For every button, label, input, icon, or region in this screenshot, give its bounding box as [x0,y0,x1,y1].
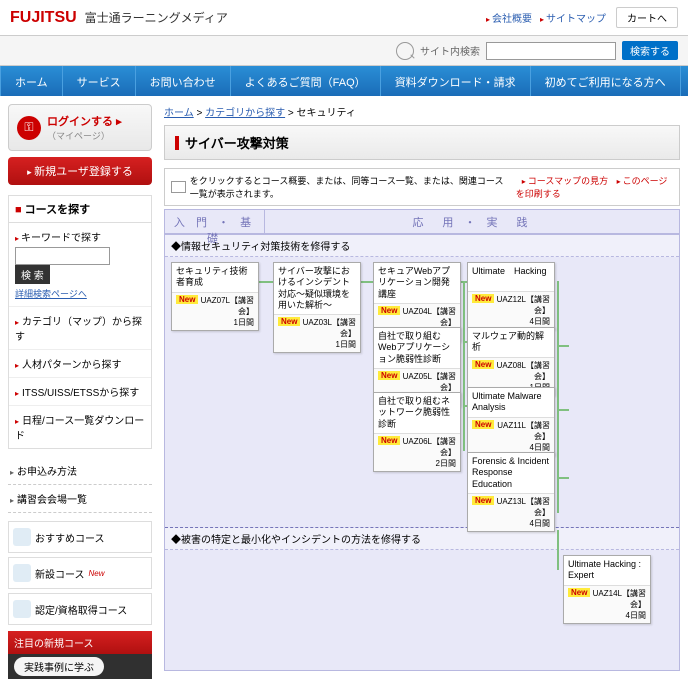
course-card[interactable]: サイバー攻撃におけるインシデント対応～疑似環境を用いた解析～ NewUAZ03L… [273,262,361,353]
nav-download[interactable]: 資料ダウンロード・請求 [381,66,531,96]
promo-sub[interactable]: 実践事例に学ぶ [14,657,104,676]
nav-service[interactable]: サービス [63,66,136,96]
login-button[interactable]: ⚿ ログインする ▸ （マイページ） [8,104,152,151]
bc-home[interactable]: ホーム [164,108,194,119]
section-1-label: 情報セキュリティ対策技術を修得する [165,234,679,257]
keyword-input[interactable] [15,247,110,265]
nav-contact[interactable]: お問い合わせ [136,66,231,96]
link-sitemap[interactable]: サイトマップ [540,10,606,25]
promo-sub-wrap: 実践事例に学ぶ [8,654,152,679]
search-icon [396,42,414,60]
cart-button[interactable]: カートへ [616,7,678,28]
keyword-search-button[interactable]: 検 索 [15,265,50,284]
login-text: ログインする ▸ （マイページ） [47,113,122,142]
sidebar: ⚿ ログインする ▸ （マイページ） 新規ユーザ登録する コースを探す キーワー… [0,96,160,687]
instruction-links: コースマップの見方 このページを印刷する [516,174,673,200]
course-card[interactable]: Ultimate Malware Analysis NewUAZ11L【講習会】… [467,387,555,456]
logo-text: 富士通ラーニングメディア [85,9,228,26]
top-links: 会社概要 サイトマップ [486,10,606,25]
sidebar-item-schedule[interactable]: 日程/コース一覧ダウンロード [9,405,151,448]
search-input[interactable] [486,42,616,60]
instruction-text: をクリックするとコース概要、または、同等コース一覧、または、関連コース一覧が表示… [190,174,512,200]
sidebar-item-pattern[interactable]: 人材パターンから探す [9,349,151,377]
col-basic: 入 門 ・ 基 礎 [165,210,265,234]
kw-label: キーワードで探す [15,229,145,244]
page-title: サイバー攻撃対策 [164,125,680,160]
cards-area-1: セキュリティ技術者育成 NewUAZ07L【講習会】1日間 サイバー攻撃における… [165,257,679,527]
section-2-label: 被害の特定と最小化やインシデントの方法を修得する [165,528,679,550]
topbar: FUJITSU 富士通ラーニングメディア 会社概要 サイトマップ カートへ [0,0,688,36]
logo[interactable]: FUJITSU 富士通ラーニングメディア [10,9,228,27]
key-icon: ⚿ [17,116,41,140]
detail-search-link[interactable]: 詳細検索ページへ [15,289,87,299]
course-card[interactable]: Ultimate Hacking NewUAZ12L【講習会】4日間 [467,262,555,330]
bc-current: セキュリティ [297,108,356,119]
promo-new[interactable]: 新設コースNew [8,557,152,589]
course-map: 入 門 ・ 基 礎 応 用 ・ 実 践 情報セキュリティ対策技術を修得する セキ… [164,209,680,671]
searchbar: サイト内検索 検索する [0,36,688,66]
search-label: サイト内検索 [420,43,480,58]
search-button[interactable]: 検索する [622,41,678,60]
nav-firsttime[interactable]: 初めてご利用になる方へ [531,66,681,96]
course-card[interactable]: Ultimate Hacking : Expert NewUAZ14L【講習会】… [563,555,651,624]
promo-bar: 注目の新規コース [8,631,152,654]
col-applied: 応 用 ・ 実 践 [265,210,679,234]
promo-cert[interactable]: 認定/資格取得コース [8,593,152,625]
side-search: コースを探す キーワードで探す 検 索 詳細検索ページへ カテゴリ（マップ）から… [8,195,152,449]
nav-faq[interactable]: よくあるご質問（FAQ） [231,66,381,96]
sidebar-item-category[interactable]: カテゴリ（マップ）から探す [9,306,151,349]
main: ホーム > カテゴリから探す > セキュリティ サイバー攻撃対策 をクリックする… [160,96,688,687]
register-button[interactable]: 新規ユーザ登録する [8,157,152,185]
map-header: 入 門 ・ 基 礎 応 用 ・ 実 践 [165,210,679,234]
course-card[interactable]: 自社で取り組むネットワーク脆弱性診断 NewUAZ06L【講習会】2日間 [373,392,461,472]
link-venues[interactable]: 講習会会場一覧 [8,485,152,513]
link-company[interactable]: 会社概要 [486,10,532,25]
main-nav: ホーム サービス お問い合わせ よくあるご質問（FAQ） 資料ダウンロード・請求… [0,66,688,96]
side-search-h: コースを探す [9,196,151,223]
course-card[interactable]: セキュリティ技術者育成 NewUAZ07L【講習会】1日間 [171,262,259,331]
sidebar-item-itss[interactable]: ITSS/UISS/ETSSから探す [9,377,151,405]
instruction-bar: をクリックするとコース概要、または、同等コース一覧、または、関連コース一覧が表示… [164,168,680,206]
promo-recommend[interactable]: おすすめコース [8,521,152,553]
link-mapguide[interactable]: コースマップの見方 [516,176,608,186]
box-icon [171,181,186,193]
bc-cat[interactable]: カテゴリから探す [205,108,285,119]
nav-home[interactable]: ホーム [0,66,63,96]
course-card[interactable]: Forensic & Incident Response Education N… [467,452,555,532]
course-card[interactable]: マルウェア動的解析 NewUAZ08L【講習会】1日間 [467,327,555,396]
breadcrumb: ホーム > カテゴリから探す > セキュリティ [164,104,680,119]
link-apply[interactable]: お申込み方法 [8,457,152,485]
logo-mark: FUJITSU [10,9,77,27]
